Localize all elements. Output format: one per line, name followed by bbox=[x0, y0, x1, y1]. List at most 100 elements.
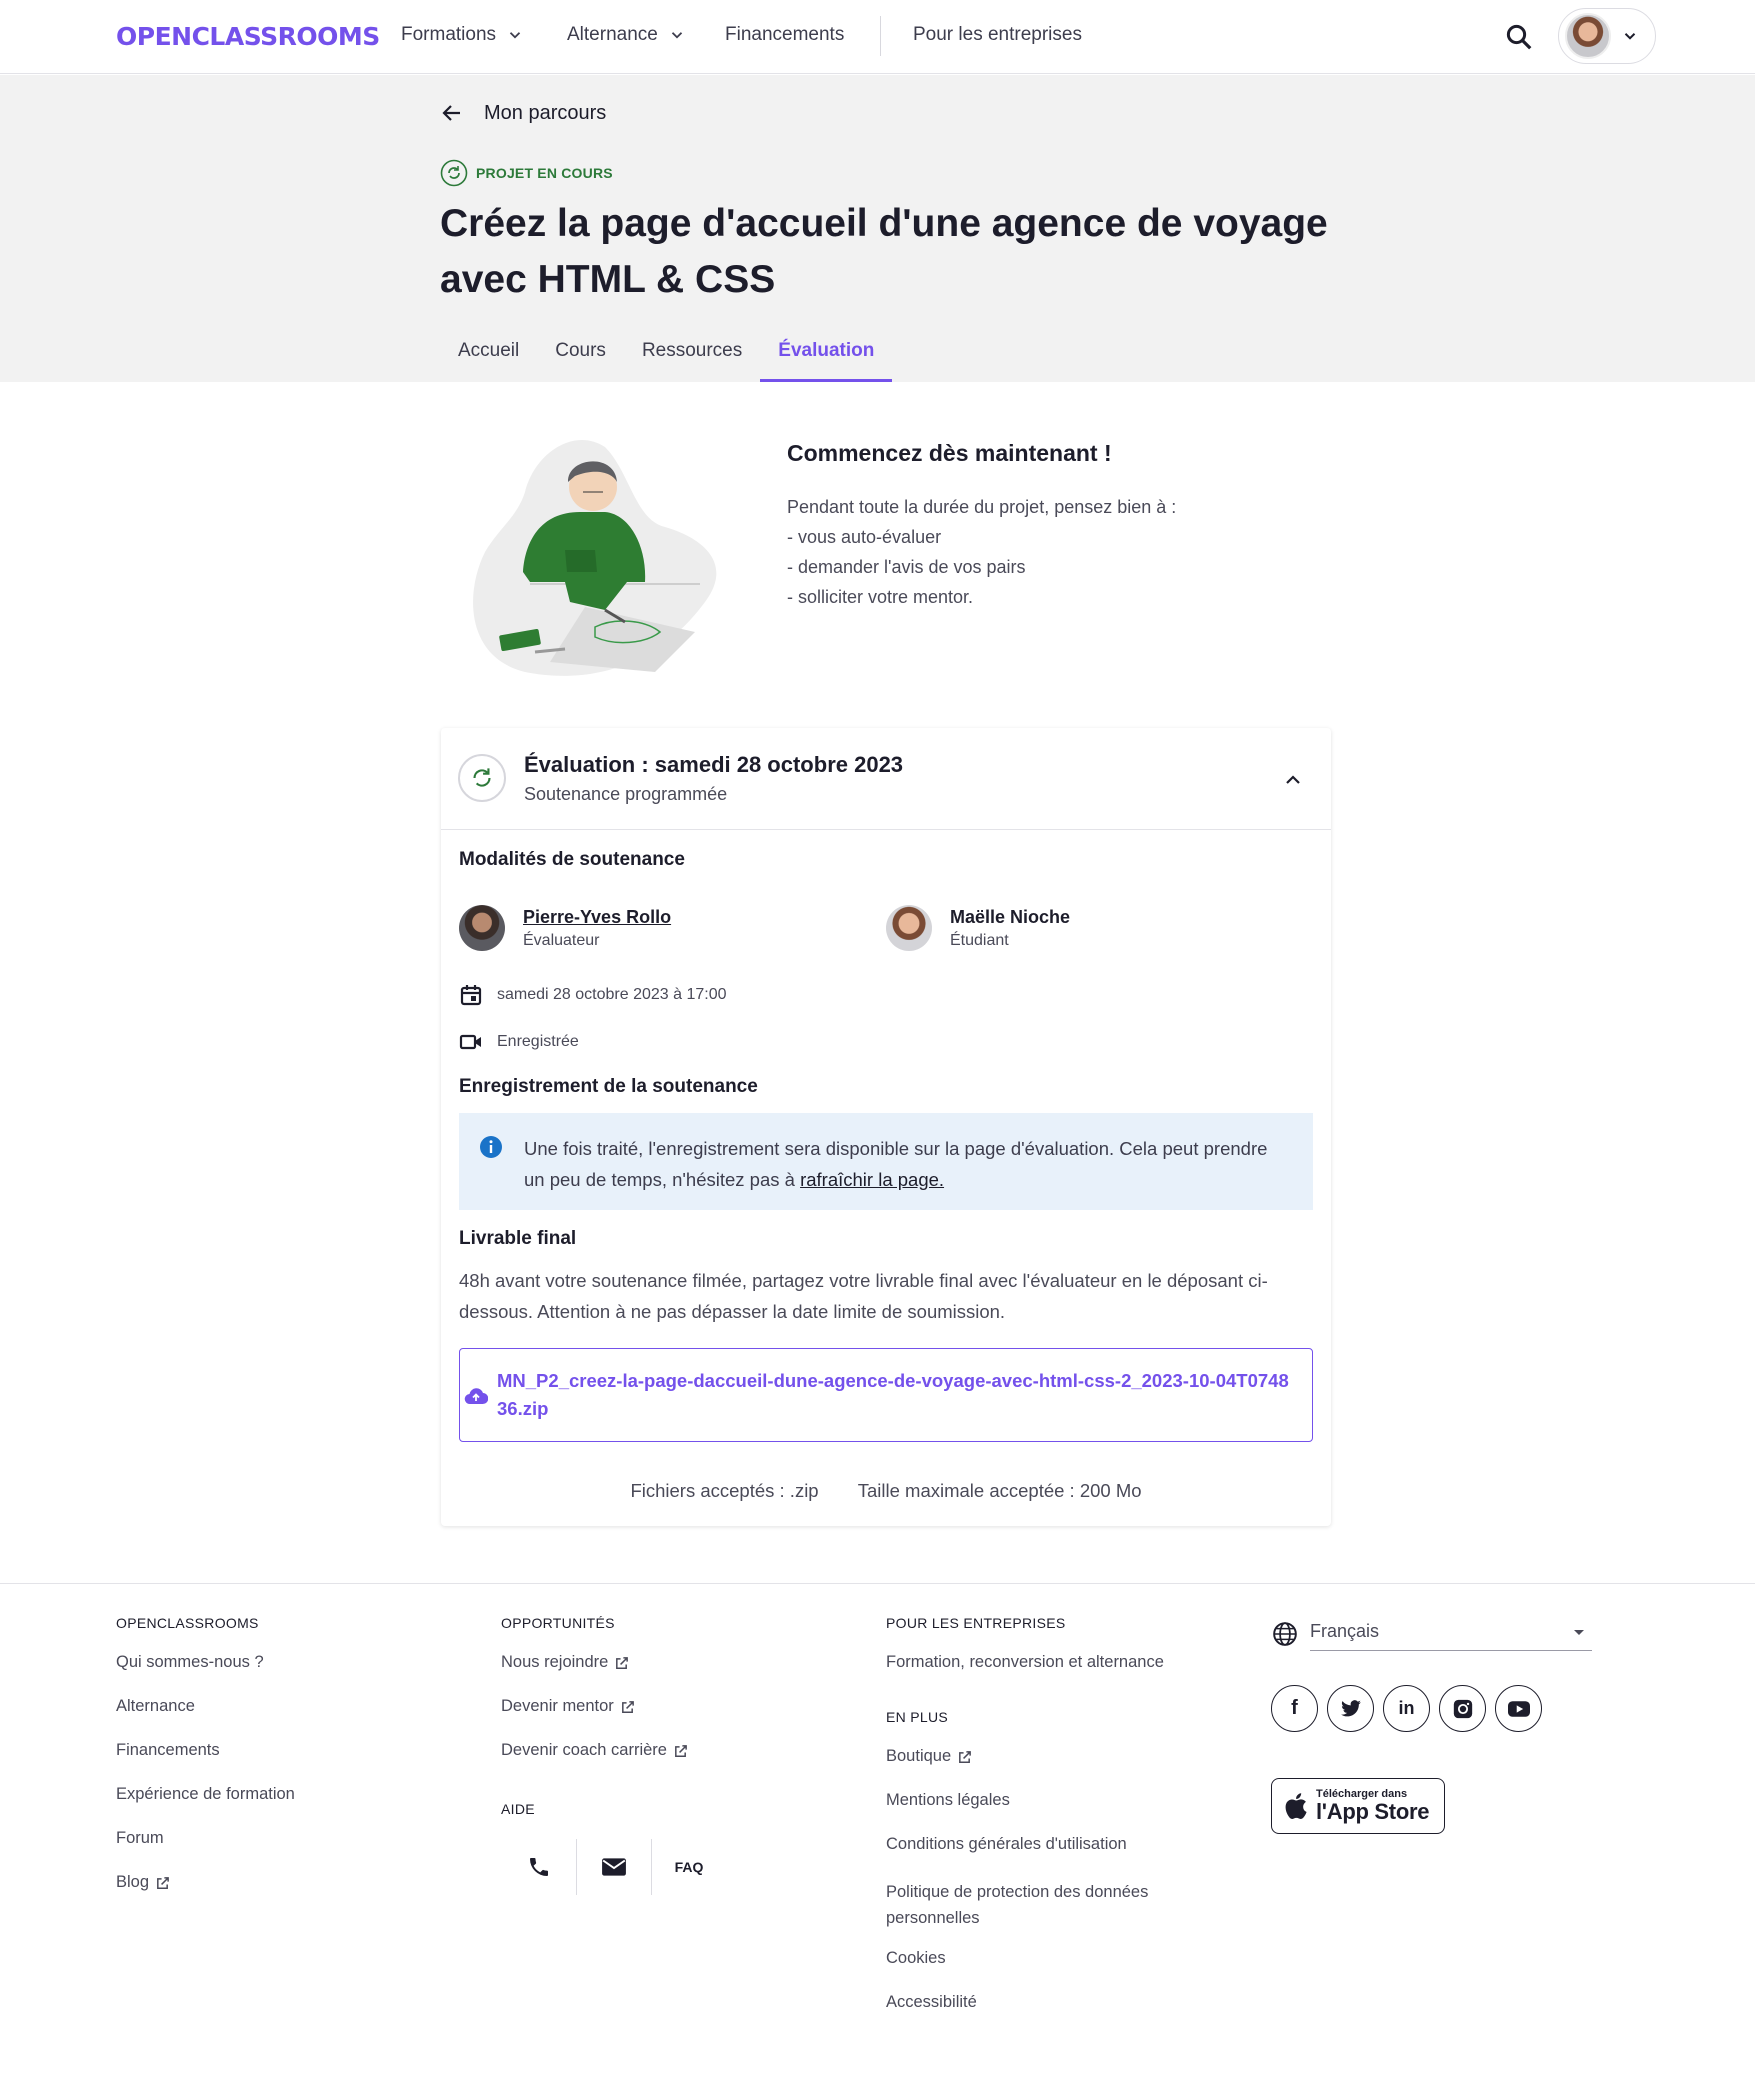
nav-formations-label: Formations bbox=[401, 24, 497, 45]
footer-link[interactable]: Cookies bbox=[886, 1949, 1216, 1993]
footer-link[interactable]: Financements bbox=[116, 1741, 295, 1785]
back-link[interactable]: Mon parcours bbox=[440, 101, 606, 125]
student-drawing-illustration bbox=[473, 439, 717, 676]
language-selector[interactable]: Français bbox=[1272, 1617, 1592, 1651]
footer-link-label: Blog bbox=[116, 1873, 150, 1891]
globe-icon bbox=[1273, 1622, 1297, 1646]
footer-col-entreprises: POUR LES ENTREPRISES Formation, reconver… bbox=[886, 1615, 1216, 2037]
refresh-icon bbox=[473, 768, 491, 787]
footer-link[interactable]: Mentions légales bbox=[886, 1791, 1216, 1835]
footer-link-label: Financements bbox=[116, 1741, 220, 1759]
footer-link[interactable]: Formation, reconversion et alternance bbox=[886, 1653, 1216, 1697]
footer-link[interactable]: Forum bbox=[116, 1829, 295, 1873]
footer-link[interactable]: Expérience de formation bbox=[116, 1785, 295, 1829]
search-icon bbox=[1506, 24, 1532, 50]
tab-cours[interactable]: Cours bbox=[537, 330, 624, 382]
evaluation-card-header[interactable]: Évaluation : samedi 28 octobre 2023 Sout… bbox=[441, 728, 1331, 830]
project-tabs: Accueil Cours Ressources Évaluation bbox=[440, 330, 893, 382]
twitter-icon[interactable] bbox=[1327, 1685, 1374, 1732]
footer-link[interactable]: Blog bbox=[116, 1873, 295, 1917]
avatar bbox=[459, 905, 505, 951]
linkedin-icon[interactable]: in bbox=[1383, 1685, 1430, 1732]
footer-link-label: Qui sommes-nous ? bbox=[116, 1653, 264, 1671]
phone-icon bbox=[529, 1858, 548, 1876]
project-status-badge: PROJET EN COURS bbox=[440, 159, 613, 187]
caret-down-icon bbox=[1574, 1629, 1584, 1635]
nav-financements[interactable]: Financements bbox=[725, 24, 844, 46]
mail-icon bbox=[602, 1858, 626, 1876]
instagram-icon[interactable] bbox=[1439, 1685, 1486, 1732]
recorded-label: Enregistrée bbox=[497, 1033, 579, 1050]
footer-link[interactable]: Alternance bbox=[116, 1697, 295, 1741]
footer-link-label: Forum bbox=[116, 1829, 164, 1847]
chevron-down-icon bbox=[509, 32, 521, 39]
footer-col-openclassrooms: OPENCLASSROOMS Qui sommes-nous ? Alterna… bbox=[116, 1615, 295, 1917]
tab-evaluation[interactable]: Évaluation bbox=[760, 330, 893, 382]
footer-link-label: Accessibilité bbox=[886, 1993, 977, 2011]
modalities-title: Modalités de soutenance bbox=[459, 849, 685, 870]
calendar-icon bbox=[460, 985, 482, 1006]
recording-title: Enregistrement de la soutenance bbox=[459, 1076, 758, 1097]
footer-link[interactable]: Devenir coach carrière bbox=[501, 1741, 726, 1785]
footer-link-label: Expérience de formation bbox=[116, 1785, 295, 1803]
facebook-icon[interactable]: f bbox=[1271, 1685, 1318, 1732]
app-store-button[interactable]: Télécharger dans l'App Store bbox=[1271, 1778, 1445, 1834]
evaluator-name[interactable]: Pierre-Yves Rollo bbox=[523, 907, 671, 928]
evaluation-recorded: Enregistrée bbox=[459, 1030, 579, 1054]
footer-link[interactable]: Boutique bbox=[886, 1747, 1216, 1791]
video-camera-icon bbox=[459, 1034, 481, 1050]
phone-button[interactable] bbox=[501, 1839, 576, 1895]
nav-alternance[interactable]: Alternance bbox=[567, 24, 686, 46]
nav-formations[interactable]: Formations bbox=[401, 24, 524, 46]
recording-info-box: Une fois traité, l'enregistrement sera d… bbox=[459, 1113, 1313, 1210]
final-deliverable-title: Livrable final bbox=[459, 1228, 577, 1249]
language-dropdown[interactable]: Français bbox=[1310, 1617, 1592, 1651]
avatar bbox=[886, 905, 932, 951]
social-links: f in bbox=[1271, 1685, 1542, 1732]
final-deliverable-text: 48h avant votre soutenance filmée, parta… bbox=[459, 1270, 1268, 1322]
footer-link-label: Devenir coach carrière bbox=[501, 1741, 667, 1759]
footer-link-label: Nous rejoindre bbox=[501, 1653, 609, 1671]
back-link-label: Mon parcours bbox=[484, 101, 607, 124]
nav-entreprises-label: Pour les entreprises bbox=[913, 24, 1082, 45]
faq-button[interactable]: FAQ bbox=[651, 1839, 726, 1895]
footer-link-label: Devenir mentor bbox=[501, 1697, 614, 1715]
evaluation-status-icon bbox=[458, 754, 506, 802]
chevron-up-icon[interactable] bbox=[1281, 768, 1305, 792]
footer-link[interactable]: Devenir mentor bbox=[501, 1697, 726, 1741]
file-name-link[interactable]: MN_P2_creez-la-page-daccueil-dune-agence… bbox=[497, 1367, 1296, 1423]
email-button[interactable] bbox=[576, 1839, 651, 1895]
nav-divider bbox=[880, 16, 881, 56]
footer-link[interactable]: Qui sommes-nous ? bbox=[116, 1653, 295, 1697]
footer-link[interactable]: Nous rejoindre bbox=[501, 1653, 726, 1697]
student-info: Maëlle Nioche Étudiant bbox=[886, 905, 1070, 951]
openclassrooms-logo[interactable]: OPENCLASSROOMS bbox=[116, 22, 380, 51]
cloud-upload-icon bbox=[464, 1388, 488, 1405]
project-status-label: PROJET EN COURS bbox=[476, 165, 613, 181]
uploaded-file[interactable]: MN_P2_creez-la-page-daccueil-dune-agence… bbox=[459, 1348, 1313, 1442]
tab-ressources[interactable]: Ressources bbox=[624, 330, 760, 382]
evaluation-datetime: samedi 28 octobre 2023 à 17:00 bbox=[459, 983, 727, 1007]
user-menu-button[interactable] bbox=[1558, 8, 1656, 64]
footer-link[interactable]: Accessibilité bbox=[886, 1993, 1216, 2037]
youtube-icon[interactable] bbox=[1495, 1685, 1542, 1732]
tab-accueil[interactable]: Accueil bbox=[440, 330, 537, 382]
external-link-icon bbox=[959, 1751, 972, 1763]
footer-heading: OPPORTUNITÉS bbox=[501, 1615, 615, 1631]
search-button[interactable] bbox=[1500, 18, 1538, 56]
footer-link-label: Mentions légales bbox=[886, 1791, 1010, 1809]
footer-link[interactable]: Conditions générales d'utilisation bbox=[886, 1835, 1216, 1879]
language-value: Français bbox=[1310, 1621, 1380, 1641]
footer-link[interactable]: Politique de protection des données pers… bbox=[886, 1879, 1216, 1949]
intro-line: Pendant toute la durée du projet, pensez… bbox=[787, 497, 1177, 517]
footer-link-label: Politique de protection des données pers… bbox=[886, 1883, 1149, 1927]
chevron-down-icon bbox=[1624, 33, 1636, 40]
footer-heading: AIDE bbox=[501, 1801, 535, 1817]
page-title: Créez la page d'accueil d'une agence de … bbox=[440, 202, 1328, 301]
refresh-page-link[interactable]: rafraîchir la page. bbox=[800, 1169, 944, 1190]
max-size-label: Taille maximale acceptée : 200 Mo bbox=[857, 1480, 1142, 1501]
nav-entreprises[interactable]: Pour les entreprises bbox=[913, 24, 1082, 46]
datetime-label: samedi 28 octobre 2023 à 17:00 bbox=[497, 986, 727, 1003]
apple-icon bbox=[1285, 1793, 1307, 1819]
intro-line: - demander l'avis de vos pairs bbox=[787, 557, 1026, 577]
